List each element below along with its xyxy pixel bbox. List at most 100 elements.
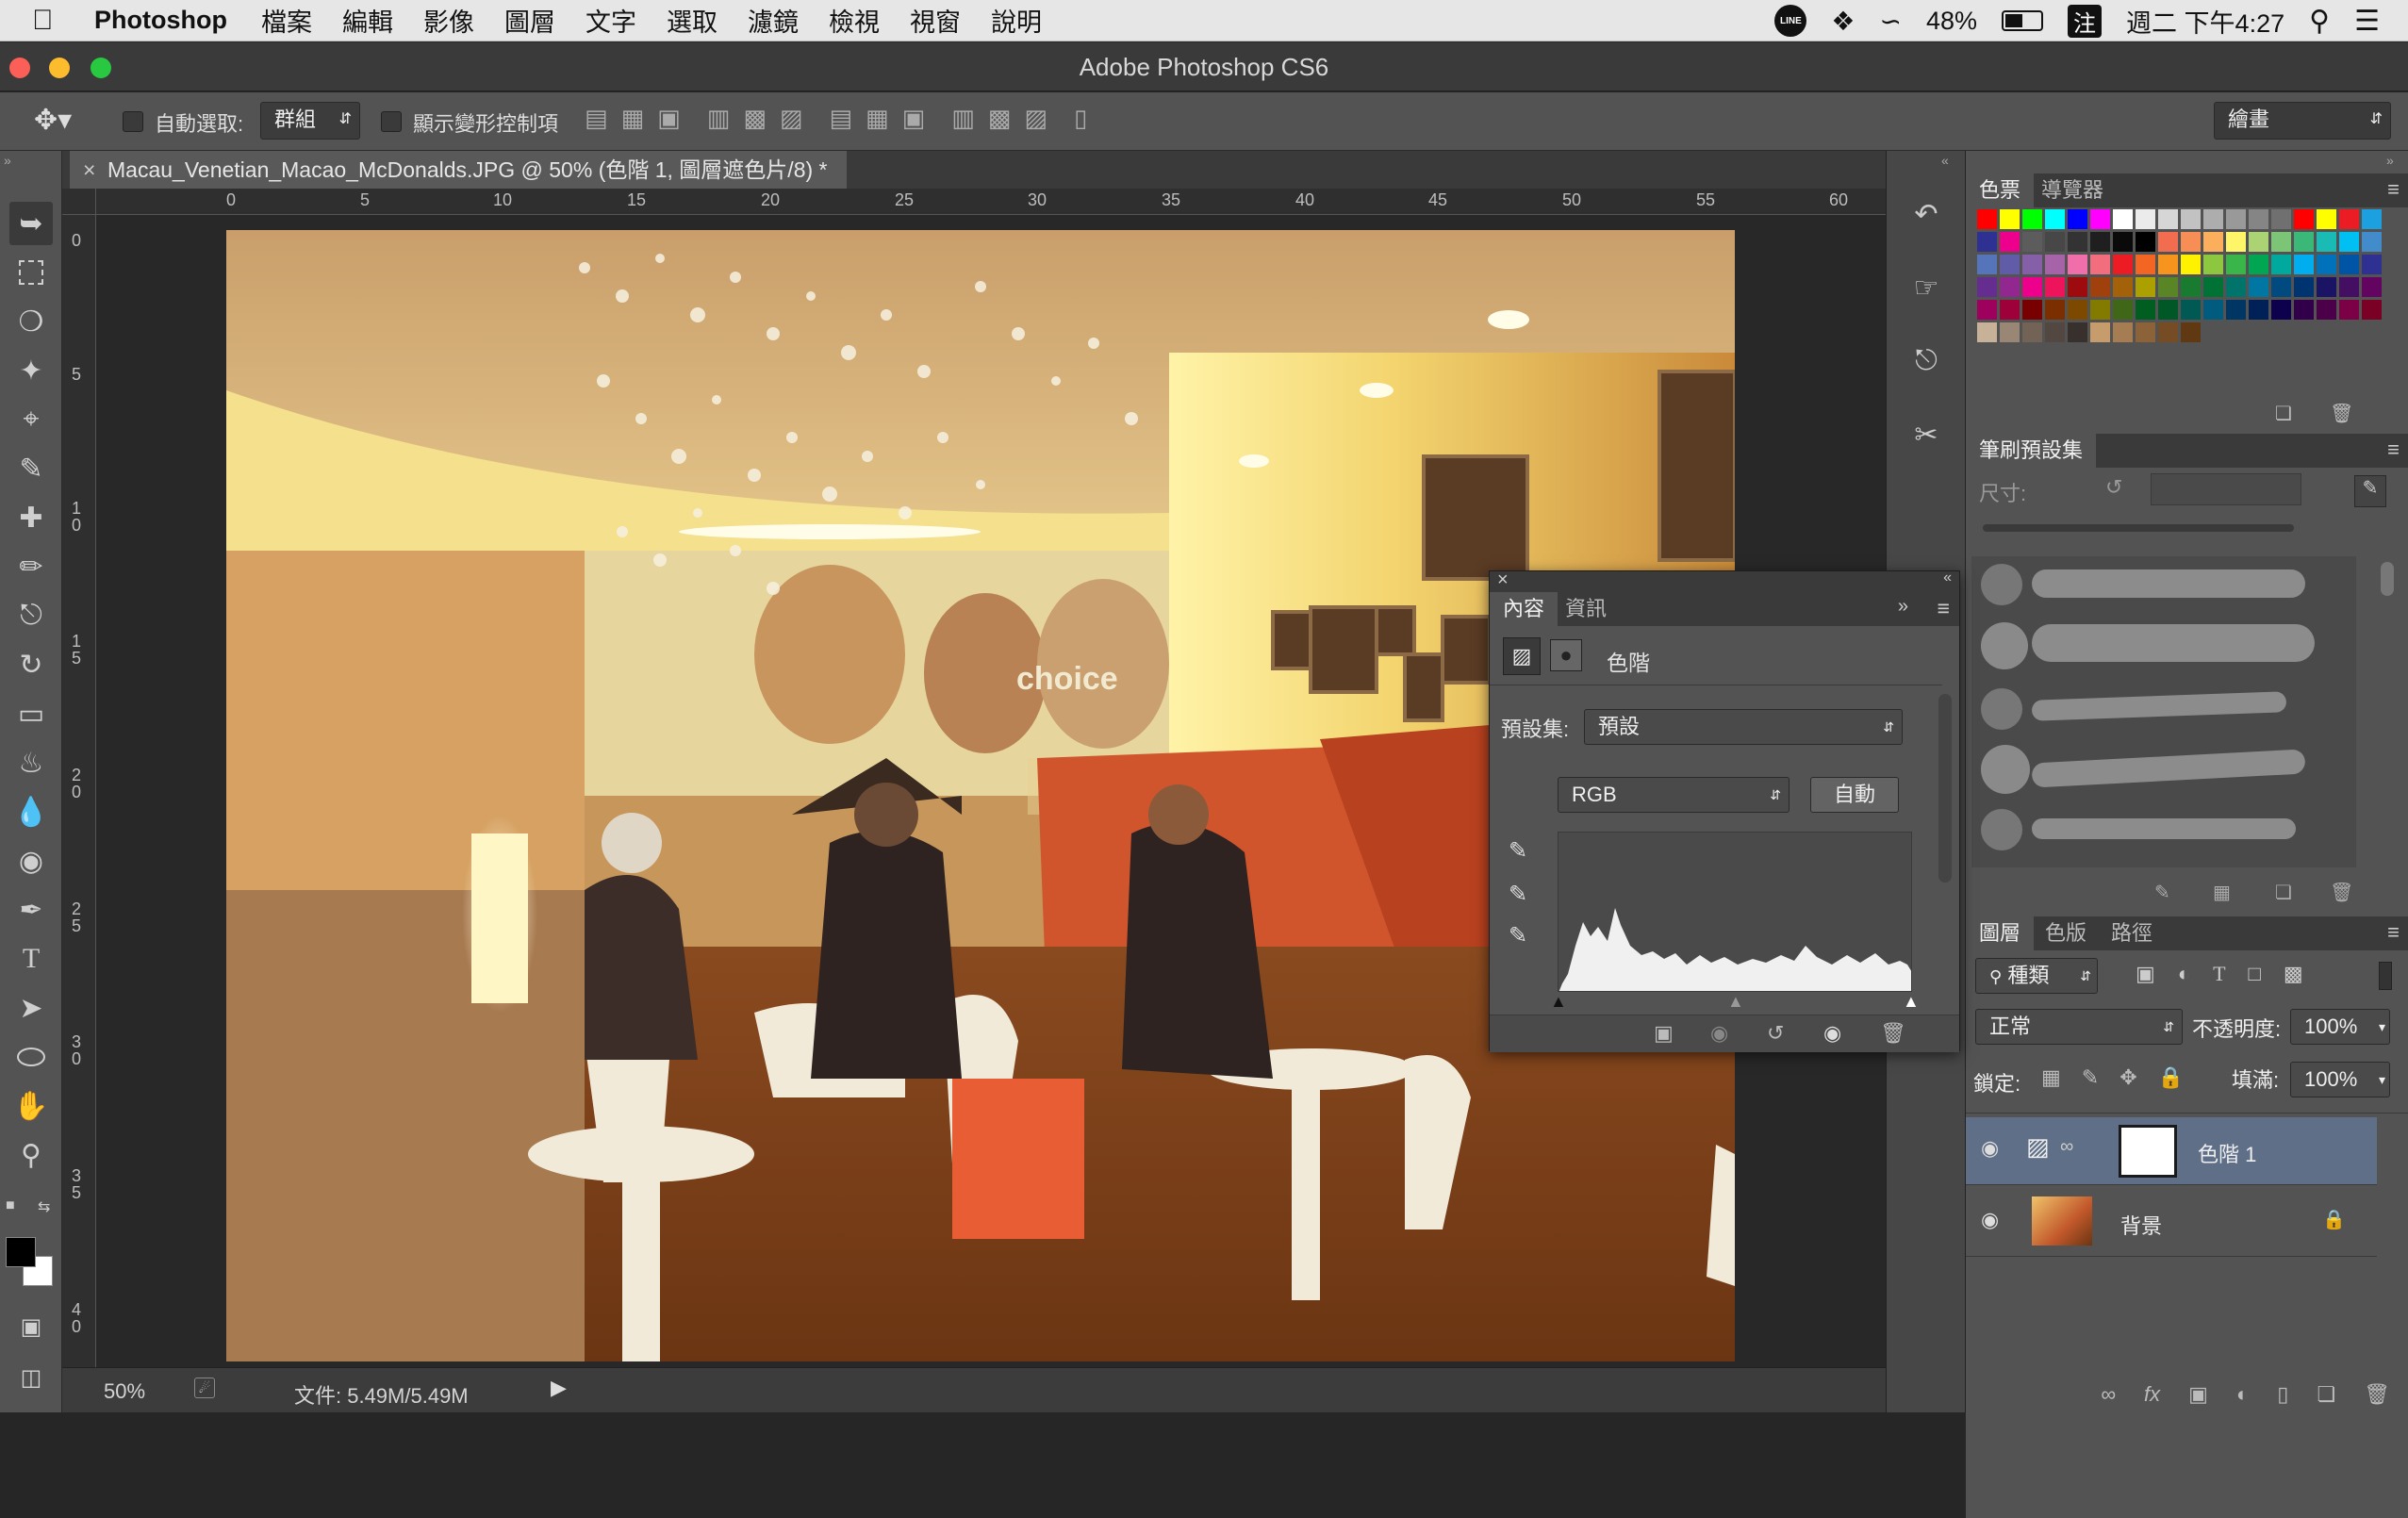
brush-tip-icon[interactable] [1981, 564, 2022, 605]
dock-collapse-icon[interactable]: « [1941, 153, 1949, 168]
type-tool-icon[interactable]: T [9, 937, 53, 981]
tab-navigator[interactable]: 導覽器 [2028, 173, 2117, 207]
white-point-eyedropper-icon[interactable]: ✎ [1509, 922, 1527, 949]
color-swatch[interactable] [2203, 300, 2223, 320]
apple-menu-icon[interactable]:  [32, 5, 66, 37]
collapse-panel-icon[interactable]: « [1943, 569, 1952, 586]
color-swatch[interactable] [2226, 255, 2246, 274]
filter-adjustment-icon[interactable]: ◐ [2178, 962, 2190, 986]
brush-size-field[interactable] [2151, 473, 2301, 505]
align-left-icon[interactable]: ▥ [707, 104, 731, 141]
gray-point-eyedropper-icon[interactable]: ✎ [1509, 881, 1527, 908]
color-swatch[interactable] [2339, 300, 2359, 320]
move-tool-preset-icon[interactable]: ✥▾ [34, 104, 72, 137]
eyedropper-tool-icon[interactable]: ✎ [9, 447, 53, 490]
color-swatch[interactable] [2158, 322, 2178, 342]
lock-transparent-icon[interactable]: ▦ [2041, 1065, 2061, 1090]
color-swatch[interactable] [2362, 277, 2382, 297]
link-icon[interactable]: ∞ [2060, 1136, 2073, 1158]
brush-tip-icon[interactable] [1981, 745, 2030, 794]
color-swatch[interactable] [2022, 322, 2042, 342]
menu-type[interactable]: 文字 [586, 2, 636, 39]
color-swatch[interactable] [2000, 300, 2020, 320]
white-input-slider[interactable]: ▲ [1903, 992, 1920, 1012]
auto-button[interactable]: 自動 [1810, 777, 1899, 813]
notification-center-icon[interactable]: ☰ [2354, 5, 2380, 38]
color-swatch[interactable] [2136, 209, 2155, 229]
dock-expand-icon[interactable]: » [2386, 153, 2394, 168]
tool-presets-panel-icon[interactable]: ✂ [1905, 419, 1947, 460]
color-swatch[interactable] [2000, 232, 2020, 252]
clone-stamp-tool-icon[interactable]: ⎋ [9, 594, 53, 637]
color-swatch[interactable] [2271, 300, 2291, 320]
color-swatch[interactable] [2090, 255, 2110, 274]
color-swatch[interactable] [2203, 232, 2223, 252]
layer-row-levels[interactable]: ◉ ▨ ∞ 色階 1 [1966, 1117, 2377, 1185]
color-swatch[interactable] [2339, 277, 2359, 297]
align-top-icon[interactable]: ▤ [585, 104, 608, 141]
brush-size-slider[interactable] [1983, 524, 2294, 532]
menu-help[interactable]: 說明 [991, 2, 1042, 39]
chevron-down-icon[interactable]: ▾ [2379, 1010, 2385, 1044]
color-swatch[interactable] [2045, 209, 2065, 229]
color-swatch[interactable] [2181, 232, 2201, 252]
document-tab[interactable]: × Macau_Venetian_Macao_McDonalds.JPG @ 5… [70, 151, 847, 189]
close-tab-icon[interactable]: × [83, 151, 95, 189]
blend-mode-dropdown[interactable]: 正常 ⇵ [1975, 1009, 2183, 1045]
pen-tool-icon[interactable]: ✒ [9, 888, 53, 932]
battery-icon[interactable] [2002, 10, 2044, 31]
menu-window[interactable]: 視窗 [910, 2, 961, 39]
color-swatch[interactable] [2317, 209, 2336, 229]
color-swatch[interactable] [2294, 300, 2314, 320]
brush-preset-list[interactable] [1971, 556, 2356, 867]
color-swatch[interactable] [2317, 300, 2336, 320]
spotlight-search-icon[interactable]: ⚲ [2309, 5, 2330, 38]
panel-collapse-icon[interactable]: » [4, 153, 11, 168]
zoom-window-button[interactable] [91, 58, 111, 78]
color-swatch[interactable] [2158, 255, 2178, 274]
color-swatch[interactable] [2226, 300, 2246, 320]
menu-filter[interactable]: 濾鏡 [748, 2, 799, 39]
color-swatch[interactable] [2294, 255, 2314, 274]
filter-toggle[interactable] [2379, 962, 2392, 990]
color-swatch[interactable] [2226, 209, 2246, 229]
color-swatch[interactable] [2022, 277, 2042, 297]
tab-info[interactable]: 資訊 [1552, 592, 1620, 626]
paint-bucket-tool-icon[interactable]: ♨ [9, 741, 53, 784]
app-menu[interactable]: Photoshop [94, 6, 227, 35]
move-tool-icon[interactable]: ➥ [9, 202, 53, 245]
status-menu-arrow-icon[interactable]: ▶ [551, 1376, 567, 1400]
layer-filter-dropdown[interactable]: ⚲ 種類 ⇵ [1975, 958, 2098, 994]
color-swatch[interactable] [2022, 209, 2042, 229]
eye-icon[interactable]: ◉ [1981, 1208, 1999, 1232]
view-previous-state-icon[interactable]: ◉ [1710, 1021, 1728, 1046]
panel-menu-icon[interactable]: ≡ [2387, 437, 2400, 462]
default-colors-icon[interactable]: ■ [6, 1197, 15, 1214]
expand-panel-icon[interactable]: » [1898, 596, 1908, 618]
quick-mask-icon[interactable]: ▣ [9, 1305, 53, 1348]
color-swatch[interactable] [2181, 209, 2201, 229]
color-swatch[interactable] [2249, 209, 2268, 229]
tab-swatches[interactable]: 色票 [1966, 173, 2035, 207]
distribute-right-icon[interactable]: ▨ [1024, 104, 1047, 141]
workspace-dropdown[interactable]: 繪畫 ⇵ [2214, 102, 2391, 140]
toggle-brush-panel-icon[interactable]: ✎ [2154, 881, 2170, 904]
ellipse-tool-icon[interactable] [9, 1035, 53, 1079]
layer-row-background[interactable]: ◉ 背景 🔒 [1966, 1189, 2377, 1257]
new-group-icon[interactable]: ▯ [2277, 1382, 2288, 1407]
layer-style-fx-icon[interactable]: fx [2144, 1382, 2160, 1407]
reset-adjustment-icon[interactable]: ↺ [1767, 1021, 1784, 1046]
color-swatch[interactable] [2022, 300, 2042, 320]
menu-view[interactable]: 檢視 [829, 2, 880, 39]
tab-properties[interactable]: 內容 [1490, 592, 1559, 626]
delete-brush-icon[interactable]: 🗑 [2330, 881, 2353, 904]
color-swatch[interactable] [2022, 232, 2042, 252]
chevron-down-icon[interactable]: ▾ [2379, 1063, 2385, 1097]
color-swatch[interactable] [2045, 300, 2065, 320]
swap-colors-icon[interactable]: ⇆ [38, 1197, 50, 1216]
new-adjustment-layer-icon[interactable]: ◐ [2236, 1382, 2249, 1407]
panel-menu-icon[interactable]: ≡ [2387, 177, 2400, 202]
preset-dropdown[interactable]: 預設 ⇵ [1584, 709, 1903, 745]
color-swatch[interactable] [2158, 300, 2178, 320]
actions-panel-icon[interactable]: ☞ [1905, 272, 1947, 313]
